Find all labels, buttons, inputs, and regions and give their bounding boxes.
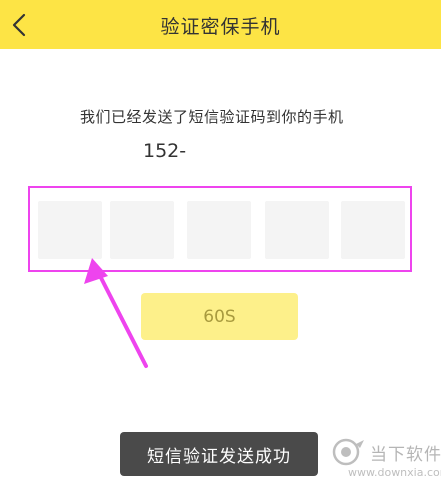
code-input-1[interactable] [38,201,102,259]
watermark-name: 当下软件园 [370,445,441,465]
verify-phone-page: 验证密保手机 我们已经发送了短信验证码到你的手机 152- 60S 短信验证发送… [0,0,441,500]
code-input-2[interactable] [110,201,174,259]
sms-sent-info: 我们已经发送了短信验证码到你的手机 [80,108,344,126]
watermark-url: www.downxia.com [348,466,441,479]
code-input-3[interactable] [187,201,251,259]
page-title: 验证密保手机 [160,16,281,38]
code-input-group [28,186,412,272]
toast-message: 短信验证发送成功 [120,432,318,476]
code-input-4[interactable] [265,201,329,259]
phone-number: 152- [143,140,187,162]
resend-countdown-button[interactable]: 60S [141,293,298,340]
header-bar: 验证密保手机 [0,0,441,49]
watermark: 当下软件园 www.downxia.com [330,436,441,488]
code-input-5[interactable] [341,201,405,259]
watermark-logo-icon [332,438,364,466]
